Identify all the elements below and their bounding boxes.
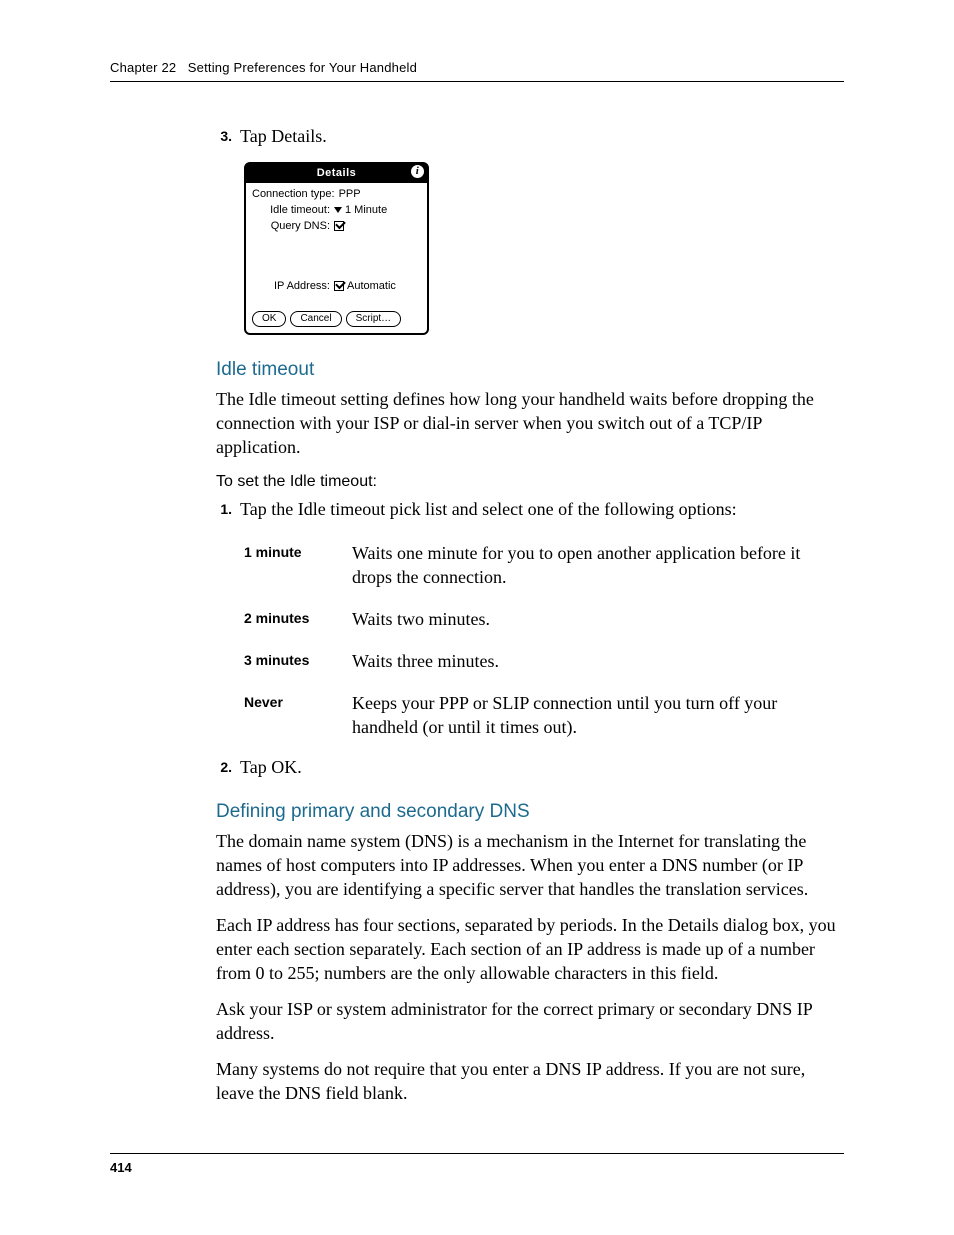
task-heading-idle: To set the Idle timeout: bbox=[216, 473, 844, 491]
option-term: Never bbox=[244, 691, 352, 739]
ip-address-label: IP Address: bbox=[252, 279, 334, 293]
chapter-title: Setting Preferences for Your Handheld bbox=[188, 60, 417, 75]
cancel-button[interactable]: Cancel bbox=[290, 311, 341, 327]
ok-button[interactable]: OK bbox=[252, 311, 286, 327]
heading-dns: Defining primary and secondary DNS bbox=[216, 801, 844, 823]
dropdown-icon bbox=[334, 207, 342, 213]
option-term: 1 minute bbox=[244, 541, 352, 589]
dialog-spacer bbox=[252, 235, 421, 279]
details-dialog: Details i Connection type: PPP Idle time… bbox=[244, 162, 429, 335]
connection-type-label: Connection type: bbox=[252, 187, 339, 201]
step-text: Tap Details. bbox=[240, 124, 327, 148]
dns-paragraph-1: The domain name system (DNS) is a mechan… bbox=[216, 829, 844, 901]
query-dns-checkbox[interactable] bbox=[334, 219, 344, 233]
dns-paragraph-3: Ask your ISP or system administrator for… bbox=[216, 997, 844, 1045]
query-dns-label: Query DNS: bbox=[252, 219, 334, 233]
checkbox-checked-icon bbox=[334, 221, 344, 231]
header-line: Chapter 22 Setting Preferences for Your … bbox=[110, 60, 844, 82]
dns-paragraph-2: Each IP address has four sections, separ… bbox=[216, 913, 844, 985]
option-desc: Waits three minutes. bbox=[352, 649, 499, 673]
idle-step-2: 2. Tap OK. bbox=[216, 755, 844, 779]
idle-timeout-paragraph: The Idle timeout setting defines how lon… bbox=[216, 387, 844, 459]
idle-timeout-options: 1 minute Waits one minute for you to ope… bbox=[216, 535, 844, 755]
idle-step-1: 1. Tap the Idle timeout pick list and se… bbox=[216, 497, 844, 521]
idle-timeout-value: 1 Minute bbox=[345, 203, 387, 217]
heading-idle-timeout: Idle timeout bbox=[216, 359, 844, 381]
ip-address-checkbox[interactable]: Automatic bbox=[334, 279, 396, 293]
option-term: 3 minutes bbox=[244, 649, 352, 673]
option-desc: Waits two minutes. bbox=[352, 607, 490, 631]
step-3: 3. Tap Details. bbox=[216, 124, 844, 148]
row-connection-type: Connection type: PPP bbox=[252, 187, 421, 201]
step-text: Tap OK. bbox=[240, 755, 302, 779]
option-row: 1 minute Waits one minute for you to ope… bbox=[244, 541, 844, 589]
step-number: 3. bbox=[216, 124, 232, 148]
row-idle-timeout: Idle timeout: 1 Minute bbox=[252, 203, 421, 217]
row-query-dns: Query DNS: bbox=[252, 219, 421, 233]
step-number: 1. bbox=[216, 497, 232, 521]
info-icon[interactable]: i bbox=[411, 165, 424, 178]
option-desc: Waits one minute for you to open another… bbox=[352, 541, 844, 589]
row-ip-address: IP Address: Automatic bbox=[252, 279, 421, 293]
page-number: 414 bbox=[110, 1160, 132, 1175]
ip-address-value: Automatic bbox=[347, 279, 396, 293]
option-row: Never Keeps your PPP or SLIP connection … bbox=[244, 691, 844, 739]
screenshot-wrap: Details i Connection type: PPP Idle time… bbox=[244, 162, 844, 335]
page: Chapter 22 Setting Preferences for Your … bbox=[0, 0, 954, 1235]
dialog-buttons: OK Cancel Script… bbox=[252, 307, 421, 327]
dialog-title: Details bbox=[317, 167, 357, 179]
content-column: 3. Tap Details. Details i Connection typ… bbox=[110, 124, 844, 1105]
connection-type-value: PPP bbox=[339, 187, 361, 201]
step-text: Tap the Idle timeout pick list and selec… bbox=[240, 497, 737, 521]
dialog-title-bar: Details i bbox=[246, 164, 427, 183]
script-button[interactable]: Script… bbox=[346, 311, 402, 327]
idle-timeout-picklist[interactable]: 1 Minute bbox=[334, 203, 387, 217]
dns-paragraph-4: Many systems do not require that you ent… bbox=[216, 1057, 844, 1105]
dialog-body: Connection type: PPP Idle timeout: 1 Min… bbox=[246, 183, 427, 333]
option-row: 2 minutes Waits two minutes. bbox=[244, 607, 844, 631]
step-number: 2. bbox=[216, 755, 232, 779]
dialog-spacer-2 bbox=[252, 295, 421, 307]
option-row: 3 minutes Waits three minutes. bbox=[244, 649, 844, 673]
chapter-label: Chapter 22 bbox=[110, 60, 176, 75]
page-footer: 414 bbox=[110, 1153, 844, 1175]
checkbox-checked-icon bbox=[334, 281, 344, 291]
option-desc: Keeps your PPP or SLIP connection until … bbox=[352, 691, 844, 739]
option-term: 2 minutes bbox=[244, 607, 352, 631]
idle-timeout-label: Idle timeout: bbox=[252, 203, 334, 217]
